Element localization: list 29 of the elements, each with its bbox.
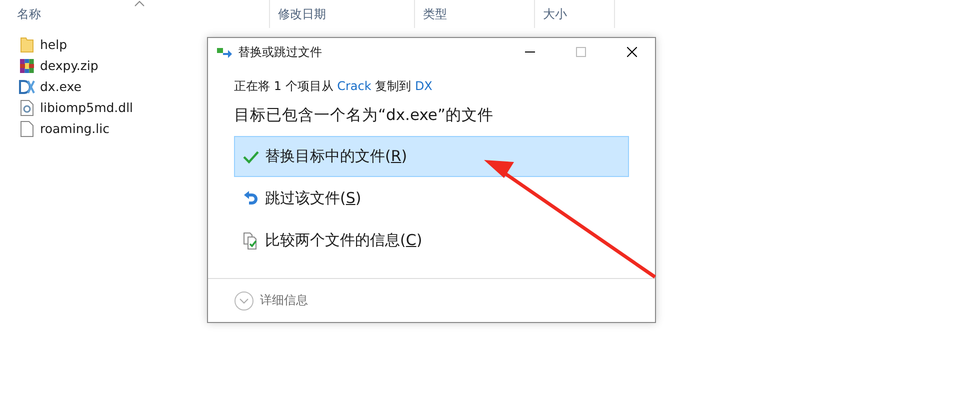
undo-arrow-icon (243, 190, 259, 206)
column-header[interactable]: 修改日期 (270, 0, 415, 28)
option-button[interactable]: 跳过该文件(S) (234, 178, 629, 219)
copy-file-icon (217, 46, 233, 58)
chevron-circle-icon (234, 290, 254, 310)
details-toggle[interactable]: 详细信息 (234, 290, 308, 310)
file-name[interactable]: roaming.lic (40, 121, 110, 136)
option-button[interactable]: 替换目标中的文件(R) (234, 136, 629, 177)
folder-icon (19, 36, 35, 52)
window-title: 替换或跳过文件 (238, 44, 323, 60)
column-header[interactable]: 类型 (415, 0, 535, 28)
file-name[interactable]: dexpy.zip (40, 58, 98, 73)
conflict-heading: 目标已包含一个名为“dx.exe”的文件 (234, 105, 494, 126)
file-name[interactable]: libiomp5md.dll (40, 100, 134, 115)
file-name[interactable]: dx.exe (40, 79, 82, 94)
check-icon (243, 150, 259, 164)
maximize-icon (576, 47, 586, 57)
compare-files-icon (243, 232, 259, 250)
sort-caret-icon (134, 0, 144, 7)
option-button[interactable]: 比较两个文件的信息(C) (234, 220, 629, 261)
file-icon (19, 120, 35, 136)
app-icon (19, 78, 35, 94)
copy-status-text: 正在将 1 个项目从 Crack 复制到 DX (234, 78, 434, 95)
close-icon (627, 47, 637, 57)
column-header[interactable]: 名称 (0, 0, 270, 28)
settings-file-icon (19, 100, 35, 116)
archive-icon (19, 58, 35, 74)
file-name[interactable]: help (40, 37, 68, 52)
column-header[interactable]: 大小 (535, 0, 615, 28)
